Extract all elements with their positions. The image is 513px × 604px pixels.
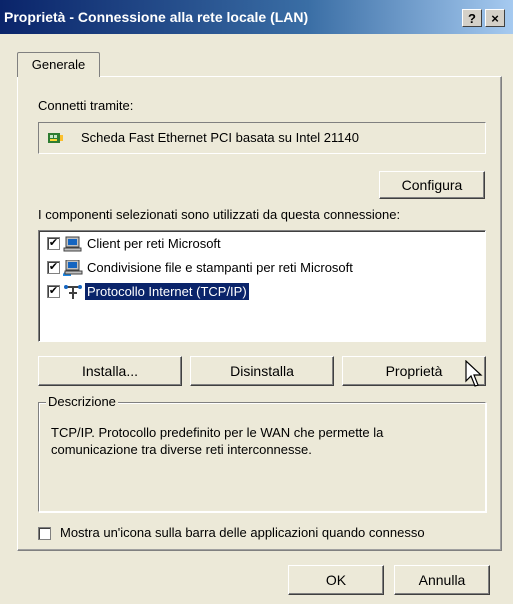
components-list[interactable]: ✔ Client per reti Microsoft ✔ Condivisio… [38, 230, 486, 342]
cancel-button[interactable]: Annulla [394, 565, 490, 595]
item-label: Condivisione file e stampanti per reti M… [87, 260, 353, 275]
tab-generale[interactable]: Generale [17, 52, 100, 77]
item-label: Client per reti Microsoft [87, 236, 221, 251]
install-button[interactable]: Installa... [38, 356, 182, 386]
file-printer-sharing-icon [63, 260, 83, 276]
checkbox-tcpip[interactable]: ✔ [47, 285, 60, 298]
description-text: TCP/IP. Protocollo predefinito per le WA… [51, 425, 384, 457]
connect-via-label: Connetti tramite: [38, 98, 134, 113]
protocol-icon [64, 285, 82, 299]
ok-button[interactable]: OK [288, 565, 384, 595]
configure-button[interactable]: Configura [379, 171, 485, 199]
network-card-icon [48, 133, 63, 143]
uninstall-button[interactable]: Disinstalla [190, 356, 334, 386]
mouse-cursor-icon [465, 360, 483, 387]
list-item[interactable]: ✔ Protocollo Internet (TCP/IP) [47, 282, 477, 302]
adapter-field: Scheda Fast Ethernet PCI basata su Intel… [38, 122, 486, 154]
network-client-icon [63, 236, 82, 252]
window-title: Proprietà - Connessione alla rete locale… [4, 9, 309, 25]
checkbox-client[interactable]: ✔ [47, 237, 60, 250]
adapter-name: Scheda Fast Ethernet PCI basata su Intel… [81, 130, 359, 145]
list-item[interactable]: ✔ Condivisione file e stampanti per reti… [47, 258, 477, 278]
show-icon-checkbox[interactable] [38, 527, 51, 540]
close-button[interactable]: × [485, 9, 505, 27]
item-label-selected: Protocollo Internet (TCP/IP) [85, 283, 249, 300]
show-icon-label: Mostra un'icona sulla barra delle applic… [60, 525, 425, 540]
help-button[interactable]: ? [462, 9, 482, 27]
components-label: I componenti selezionati sono utilizzati… [38, 207, 401, 222]
list-item[interactable]: ✔ Client per reti Microsoft [47, 234, 477, 254]
checkbox-sharing[interactable]: ✔ [47, 261, 60, 274]
title-bar[interactable]: Proprietà - Connessione alla rete locale… [0, 0, 513, 34]
description-legend: Descrizione [46, 394, 118, 409]
